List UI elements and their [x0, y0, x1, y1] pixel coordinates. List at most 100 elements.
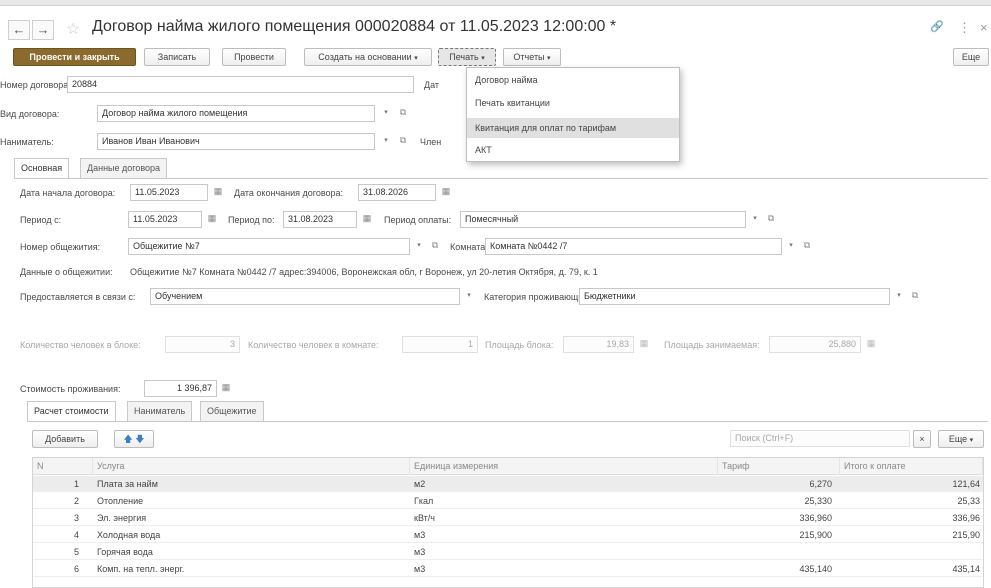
forward-button[interactable]: →	[32, 20, 54, 40]
start-date-field[interactable]: 11.05.2023	[130, 184, 208, 201]
calculator-icon: ▦	[866, 338, 876, 348]
create-based-on-button[interactable]: Создать на основании ▾	[304, 48, 432, 66]
cell-service: Комп. на тепл. энерг.	[97, 564, 185, 574]
move-up-icon[interactable]: 🡅	[123, 434, 132, 444]
chevron-down-icon[interactable]: ▾	[893, 288, 905, 305]
cell-service: Отопление	[97, 496, 144, 506]
cell-total: 215,90	[952, 530, 980, 540]
calendar-icon[interactable]: ▦	[360, 211, 374, 228]
calendar-icon[interactable]: ▦	[439, 184, 453, 201]
dorm-label: Номер общежития:	[20, 242, 101, 252]
toolbar-more-button[interactable]: Еще	[953, 48, 989, 66]
favorite-star-icon[interactable]: ☆	[66, 19, 80, 39]
calendar-icon[interactable]: ▦	[205, 211, 219, 228]
column-header-service[interactable]: Услуга	[93, 458, 410, 475]
chevron-down-icon[interactable]: ▾	[785, 238, 797, 255]
dorm-field[interactable]: Общежитие №7	[128, 238, 410, 255]
post-button[interactable]: Провести	[222, 48, 286, 66]
table-row[interactable]: 5 Горячая вода м3	[33, 544, 983, 560]
contract-number-field[interactable]: 20884	[67, 76, 414, 93]
open-form-icon[interactable]: ⧉	[908, 288, 922, 305]
print-button[interactable]: Печать ▾	[438, 48, 496, 66]
menu-item-tariff-receipt[interactable]: Квитанция для оплат по тарифам	[467, 118, 679, 138]
cost-label: Стоимость проживания:	[20, 384, 121, 394]
cell-unit: Гкал	[414, 496, 434, 506]
reason-field[interactable]: Обучением	[150, 288, 460, 305]
page-title: Договор найма жилого помещения 000020884…	[92, 18, 617, 35]
period-from-label: Период с:	[20, 215, 62, 225]
move-down-icon[interactable]: 🡇	[135, 434, 144, 444]
contract-type-field[interactable]: Договор найма жилого помещения	[97, 105, 375, 122]
menu-item-contract[interactable]: Договор найма	[467, 70, 679, 90]
tenant-field[interactable]: Иванов Иван Иванович	[97, 133, 375, 150]
column-header-total[interactable]: Итого к оплате	[840, 458, 983, 475]
chevron-down-icon: ▾	[969, 437, 974, 444]
close-icon[interactable]: ×	[980, 20, 988, 35]
chevron-down-icon[interactable]: ▾	[413, 238, 425, 255]
services-table: N Услуга Единица измерения Тариф Итого к…	[32, 457, 984, 588]
table-row[interactable]: 6 Комп. на тепл. энерг. м3 435,140 435,1…	[33, 561, 983, 577]
menu-item-act[interactable]: АКТ	[467, 140, 679, 160]
open-form-icon[interactable]: ⧉	[396, 133, 410, 150]
back-button[interactable]: ←	[8, 20, 30, 40]
menu-item-print-receipt[interactable]: Печать квитанции	[467, 93, 679, 113]
cell-n: 5	[73, 547, 79, 557]
category-field[interactable]: Бюджетники	[579, 288, 890, 305]
chevron-down-icon[interactable]: ▾	[380, 133, 392, 150]
table-row[interactable]: 1 Плата за найм м2 6,270 121,64	[33, 476, 983, 492]
tab-main[interactable]: Основная	[14, 158, 70, 179]
link-icon[interactable]: 🔗	[930, 20, 944, 33]
calculator-icon[interactable]: ▦	[219, 380, 233, 397]
period-to-field[interactable]: 31.08.2023	[283, 211, 357, 228]
write-button[interactable]: Записать	[144, 48, 210, 66]
table-more-button[interactable]: Еще ▾	[938, 430, 984, 448]
chevron-down-icon[interactable]: ▾	[380, 105, 392, 122]
table-header: N Услуга Единица измерения Тариф Итого к…	[33, 458, 983, 475]
open-form-icon[interactable]: ⧉	[396, 105, 410, 122]
tab-cost-calculation[interactable]: Расчет стоимости	[27, 401, 116, 422]
calculator-icon: ▦	[639, 338, 649, 348]
tab-divider	[14, 178, 988, 179]
post-and-close-button[interactable]: Провести и закрыть	[13, 48, 136, 66]
cell-unit: м3	[414, 564, 426, 574]
clear-search-button[interactable]: ×	[913, 430, 931, 448]
cell-tariff	[722, 544, 832, 560]
chevron-down-icon[interactable]: ▾	[463, 288, 475, 305]
print-label: Печать	[449, 52, 479, 62]
open-form-icon[interactable]: ⧉	[800, 238, 814, 255]
chevron-down-icon[interactable]: ▾	[749, 211, 761, 228]
cell-service: Холодная вода	[97, 530, 161, 540]
arrow-right-icon: →	[36, 22, 50, 37]
dorm-info-label: Данные о общежитии:	[20, 267, 113, 277]
tab-tenant[interactable]: Наниматель	[127, 401, 193, 421]
cell-tariff: 336,960	[799, 513, 832, 523]
end-date-field[interactable]: 31.08.2026	[358, 184, 436, 201]
open-form-icon[interactable]: ⧉	[428, 238, 442, 255]
reason-label: Предоставляется в связи с:	[20, 292, 136, 302]
calendar-icon[interactable]: ▦	[211, 184, 225, 201]
block-area-field: 19,83	[563, 336, 634, 353]
table-row[interactable]: 2 Отопление Гкал 25,330 25,33	[33, 493, 983, 509]
column-header-n[interactable]: N	[33, 458, 93, 475]
open-form-icon[interactable]: ⧉	[764, 211, 778, 228]
occupied-area-field: 25,880	[769, 336, 861, 353]
search-input[interactable]: Поиск (Ctrl+F)	[730, 430, 910, 447]
table-row[interactable]: 3 Эл. энергия кВт/ч 336,960 336,96	[33, 510, 983, 526]
pay-period-field[interactable]: Помесячный	[460, 211, 746, 228]
tab-contract-data[interactable]: Данные договора	[80, 158, 168, 178]
cell-unit: м3	[414, 530, 426, 540]
more-menu-icon[interactable]: ⋮	[958, 20, 971, 36]
column-header-tariff[interactable]: Тариф	[718, 458, 840, 475]
reports-button[interactable]: Отчеты ▾	[503, 48, 561, 66]
cell-unit: кВт/ч	[414, 513, 435, 523]
column-header-unit[interactable]: Единица измерения	[410, 458, 718, 475]
cost-field[interactable]: 1 396,87	[144, 380, 217, 397]
table-row[interactable]: 4 Холодная вода м3 215,900 215,90	[33, 527, 983, 543]
room-field[interactable]: Комната №0442 /7	[485, 238, 782, 255]
cell-n: 3	[73, 513, 79, 523]
arrow-left-icon: ←	[12, 22, 26, 37]
tab-dorm[interactable]: Общежитие	[200, 401, 264, 421]
move-buttons: 🡅 🡇	[114, 430, 154, 448]
period-from-field[interactable]: 11.05.2023	[128, 211, 202, 228]
add-row-button[interactable]: Добавить	[32, 430, 98, 448]
